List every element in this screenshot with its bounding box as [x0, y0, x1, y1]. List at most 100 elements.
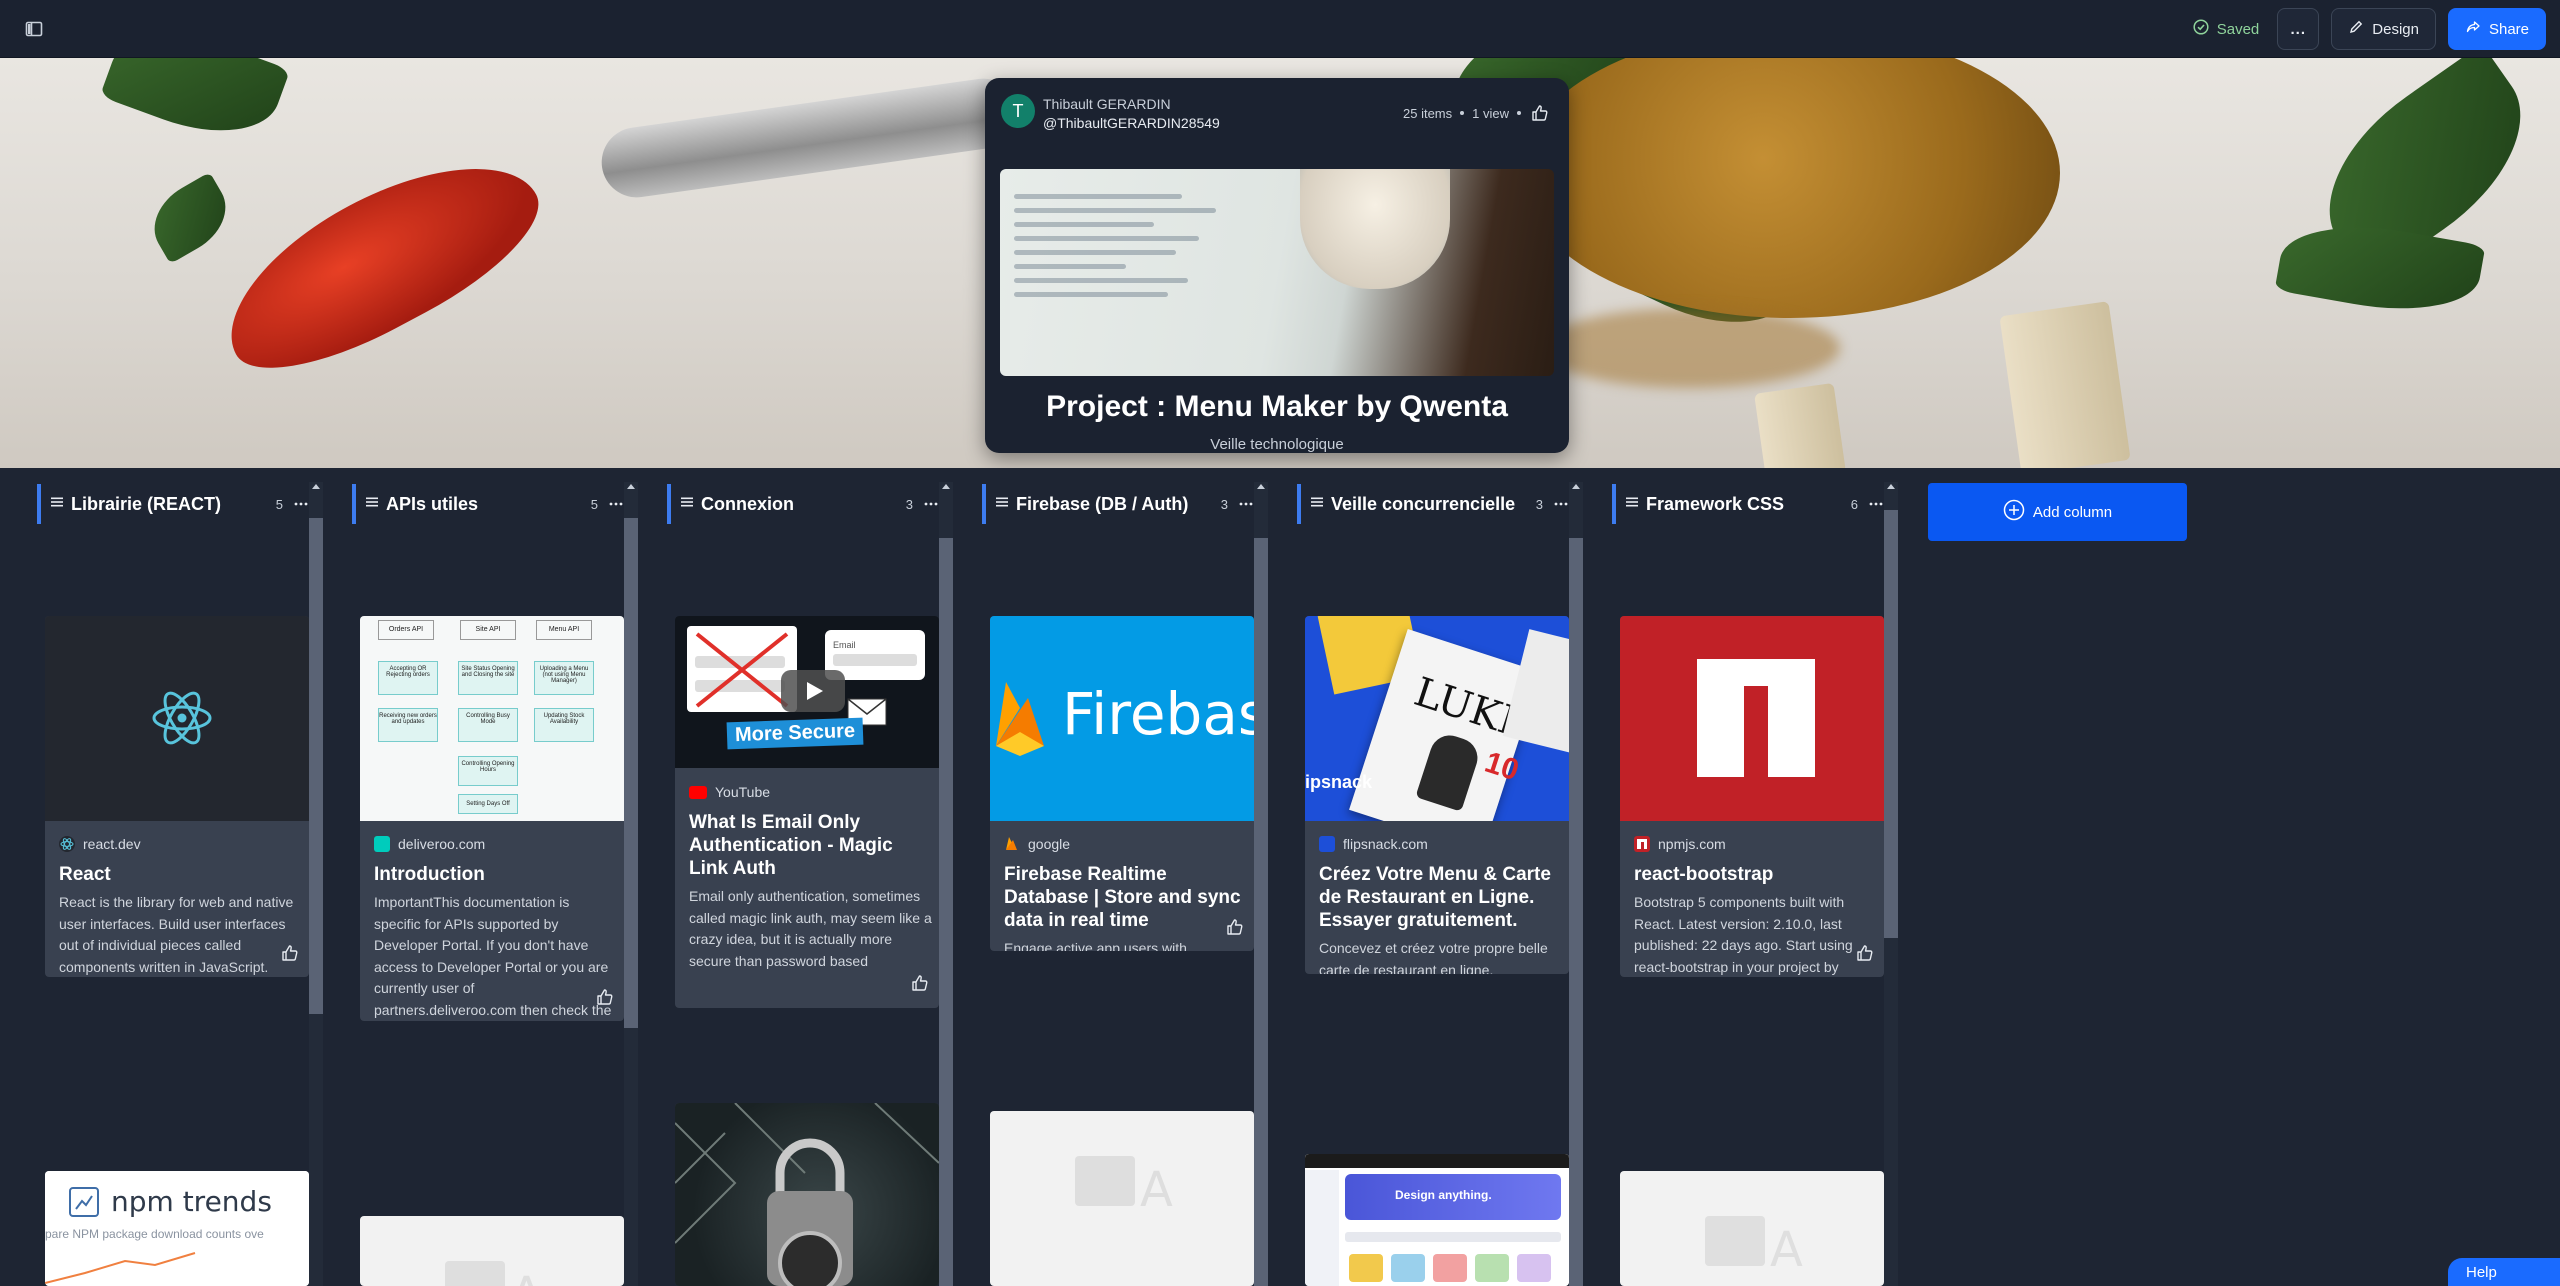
- column-header[interactable]: Librairie (REACT) 5: [37, 484, 311, 524]
- source-domain: YouTube: [715, 784, 771, 800]
- link-card[interactable]: LUKE 10 ipsnack flipsnack.com Créez Votr…: [1305, 616, 1569, 974]
- card-thumbnail: npm trends pare NPM package download cou…: [45, 1171, 309, 1286]
- react-favicon-icon: [59, 836, 75, 852]
- source-domain: deliveroo.com: [398, 836, 486, 852]
- card-description: Engage active app users with contextual …: [1004, 940, 1187, 951]
- link-card[interactable]: A: [990, 1111, 1254, 1286]
- card-title: React: [59, 864, 111, 885]
- link-card[interactable]: Firebase google Firebase Realtime Databa…: [990, 616, 1254, 951]
- project-subtitle: Veille technologique: [1210, 436, 1344, 453]
- firebase-logo-icon: [996, 682, 1044, 756]
- column-title: Firebase (DB / Auth): [1016, 493, 1189, 514]
- more-label: ...: [2290, 20, 2307, 38]
- card-title: What Is Email Only Authentication - Magi…: [689, 812, 893, 879]
- play-icon[interactable]: [781, 670, 845, 712]
- design-button[interactable]: Design: [2331, 8, 2436, 50]
- column-header[interactable]: Connexion 3: [667, 484, 941, 524]
- column-header[interactable]: APIs utiles 5: [352, 484, 626, 524]
- card-thumbnail: Orders API Site API Menu API Accepting O…: [360, 616, 624, 821]
- source-domain: flipsnack.com: [1343, 836, 1428, 852]
- column-framework-css: Framework CSS 6 npmjs.com react-bootstra…: [1575, 468, 1898, 1286]
- design-label: Design: [2372, 20, 2419, 38]
- items-count: 25 items: [1403, 105, 1453, 121]
- npm-trends-logo-icon: [69, 1187, 99, 1217]
- card-title: Créez Votre Menu & Carte de Restaurant e…: [1319, 864, 1551, 931]
- svg-text:A: A: [1770, 1222, 1803, 1278]
- column-count: 3: [905, 496, 913, 512]
- column-header[interactable]: Veille concurrencielle 3: [1297, 484, 1571, 524]
- column-more-icon[interactable]: [1866, 494, 1886, 514]
- drag-handle-icon[interactable]: [366, 495, 378, 513]
- author-handle[interactable]: @ThibaultGERARDIN28549: [1043, 115, 1220, 131]
- image-placeholder-icon: A: [445, 1261, 543, 1286]
- drag-handle-icon[interactable]: [1626, 495, 1638, 513]
- column-scrollbar[interactable]: [1884, 482, 1898, 1286]
- youtube-icon: [689, 785, 707, 799]
- card-thumbnail: LUKE 10 ipsnack: [1305, 616, 1569, 821]
- thumbs-up-icon[interactable]: [1854, 942, 1876, 964]
- thumbs-up-icon[interactable]: [1224, 916, 1246, 938]
- saved-label: Saved: [2216, 20, 2260, 38]
- help-button[interactable]: Help: [2448, 1258, 2560, 1286]
- sidebar-toggle-icon[interactable]: [22, 17, 46, 41]
- saved-status: Saved: [2193, 19, 2260, 39]
- link-card[interactable]: npmjs.com react-bootstrap Bootstrap 5 co…: [1620, 616, 1884, 977]
- link-card[interactable]: A: [360, 1216, 624, 1286]
- link-card[interactable]: Design anything.: [1305, 1154, 1569, 1286]
- views-count: 1 view: [1472, 105, 1509, 121]
- column-count: 3: [1220, 496, 1228, 512]
- column-more-icon[interactable]: [606, 494, 626, 514]
- card-source: react.dev: [59, 836, 141, 852]
- share-button[interactable]: Share: [2447, 8, 2546, 50]
- card-source: deliveroo.com: [374, 836, 485, 852]
- firebase-favicon-icon: [1004, 836, 1020, 852]
- link-card[interactable]: react.dev React React is the library for…: [45, 616, 309, 977]
- card-description: React is the library for web and native …: [59, 894, 294, 975]
- column-title: Librairie (REACT): [71, 493, 222, 514]
- source-domain: npmjs.com: [1658, 836, 1726, 852]
- link-card[interactable]: [675, 1103, 939, 1286]
- link-card[interactable]: npm trends pare NPM package download cou…: [45, 1171, 309, 1286]
- image-placeholder-icon: A: [1705, 1216, 1803, 1278]
- column-more-icon[interactable]: [1236, 494, 1256, 514]
- check-circle-icon: [2193, 19, 2209, 39]
- card-description: Bootstrap 5 components built with React.…: [1634, 894, 1853, 975]
- thumbs-up-icon[interactable]: [909, 972, 931, 994]
- column-connexion: Connexion 3 Email More Secure YouTube Wh…: [630, 468, 953, 1286]
- share-icon: [2465, 19, 2481, 39]
- svg-text:A: A: [1140, 1162, 1173, 1218]
- card-source: YouTube: [689, 784, 770, 800]
- avatar[interactable]: T: [1001, 94, 1035, 128]
- thumbs-up-icon[interactable]: [279, 942, 301, 964]
- drag-handle-icon[interactable]: [51, 495, 63, 513]
- top-bar: Saved ... Design Share: [0, 0, 2560, 58]
- card-thumbnail: Email More Secure: [675, 616, 939, 768]
- card-thumbnail: Design anything.: [1305, 1154, 1569, 1286]
- source-domain: google: [1028, 836, 1071, 852]
- link-card[interactable]: Email More Secure YouTube What Is Email …: [675, 616, 939, 1008]
- column-header[interactable]: Framework CSS 6: [1612, 484, 1886, 524]
- card-thumbnail: [675, 1103, 939, 1286]
- drag-handle-icon[interactable]: [1311, 495, 1323, 513]
- column-more-icon[interactable]: [1551, 494, 1571, 514]
- card-source: flipsnack.com: [1319, 836, 1428, 852]
- link-card[interactable]: Orders API Site API Menu API Accepting O…: [360, 616, 624, 1021]
- add-column-button[interactable]: Add column: [1928, 483, 2187, 541]
- link-card[interactable]: A: [1620, 1171, 1884, 1286]
- drag-handle-icon[interactable]: [681, 495, 693, 513]
- drag-handle-icon[interactable]: [996, 495, 1008, 513]
- column-more-icon[interactable]: [921, 494, 941, 514]
- svg-text:A: A: [510, 1267, 543, 1286]
- column-firebase: Firebase (DB / Auth) 3 Firebase google F…: [945, 468, 1268, 1286]
- thumbs-up-icon[interactable]: [1529, 102, 1551, 124]
- more-options-button[interactable]: ...: [2277, 8, 2320, 50]
- column-header[interactable]: Firebase (DB / Auth) 3: [982, 484, 1256, 524]
- thumbs-up-icon[interactable]: [594, 986, 616, 1008]
- npm-logo-icon: [1697, 659, 1815, 777]
- card-description: Concevez et créez votre propre belle car…: [1319, 940, 1548, 974]
- column-count: 5: [590, 496, 598, 512]
- image-placeholder-icon: A: [1075, 1156, 1173, 1218]
- column-more-icon[interactable]: [291, 494, 311, 514]
- column-count: 6: [1850, 496, 1858, 512]
- author-name: Thibault GERARDIN: [1043, 96, 1171, 112]
